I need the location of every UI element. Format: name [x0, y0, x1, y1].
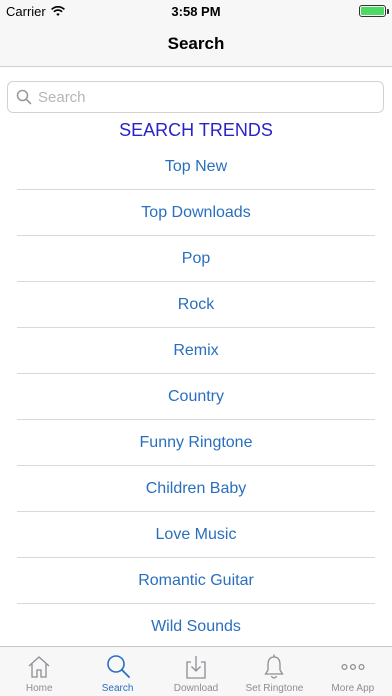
trend-item-rock[interactable]: Rock — [17, 282, 375, 328]
trend-item-country[interactable]: Country — [17, 374, 375, 420]
tab-more-app[interactable]: More App — [314, 647, 392, 696]
nav-bar: Search — [0, 22, 392, 67]
status-right — [359, 5, 389, 17]
battery-icon — [359, 5, 389, 17]
trend-item-top-new[interactable]: Top New — [17, 144, 375, 190]
download-icon — [186, 656, 206, 679]
tab-bar: Home Search Download Set Ringtone More A… — [0, 646, 392, 696]
trend-list: Top New Top Downloads Pop Rock Remix Cou… — [17, 144, 375, 650]
trend-item-remix[interactable]: Remix — [17, 328, 375, 374]
search-input[interactable] — [32, 83, 383, 111]
status-time: 3:58 PM — [171, 4, 221, 19]
trend-item-pop[interactable]: Pop — [17, 236, 375, 282]
bell-icon — [264, 654, 285, 679]
tab-set-ringtone-label: Set Ringtone — [245, 683, 304, 694]
tab-home-label: Home — [25, 683, 53, 694]
tab-home[interactable]: Home — [0, 647, 78, 696]
trend-item-top-downloads[interactable]: Top Downloads — [17, 190, 375, 236]
tab-download[interactable]: Download — [157, 647, 235, 696]
tab-download-label: Download — [173, 683, 219, 694]
battery-nub — [387, 9, 389, 14]
trend-item-love-music[interactable]: Love Music — [17, 512, 375, 558]
status-bar: Carrier 3:58 PM — [0, 0, 392, 22]
tab-set-ringtone[interactable]: Set Ringtone — [235, 647, 313, 696]
search-bar[interactable] — [7, 81, 384, 113]
trend-item-funny-ringtone[interactable]: Funny Ringtone — [17, 420, 375, 466]
tab-search[interactable]: Search — [78, 647, 156, 696]
trend-item-romantic-guitar[interactable]: Romantic Guitar — [17, 558, 375, 604]
page-title: Search — [167, 34, 225, 53]
trend-item-children-baby[interactable]: Children Baby — [17, 466, 375, 512]
search-icon — [106, 655, 130, 678]
more-icon — [341, 663, 365, 671]
home-icon — [28, 656, 50, 678]
tab-more-app-label: More App — [331, 683, 375, 694]
trend-item-wild-sounds[interactable]: Wild Sounds — [17, 604, 375, 650]
battery-fill — [361, 7, 384, 15]
tab-search-label: Search — [101, 683, 134, 694]
section-title: SEARCH TRENDS — [119, 120, 273, 140]
search-icon — [16, 89, 32, 105]
